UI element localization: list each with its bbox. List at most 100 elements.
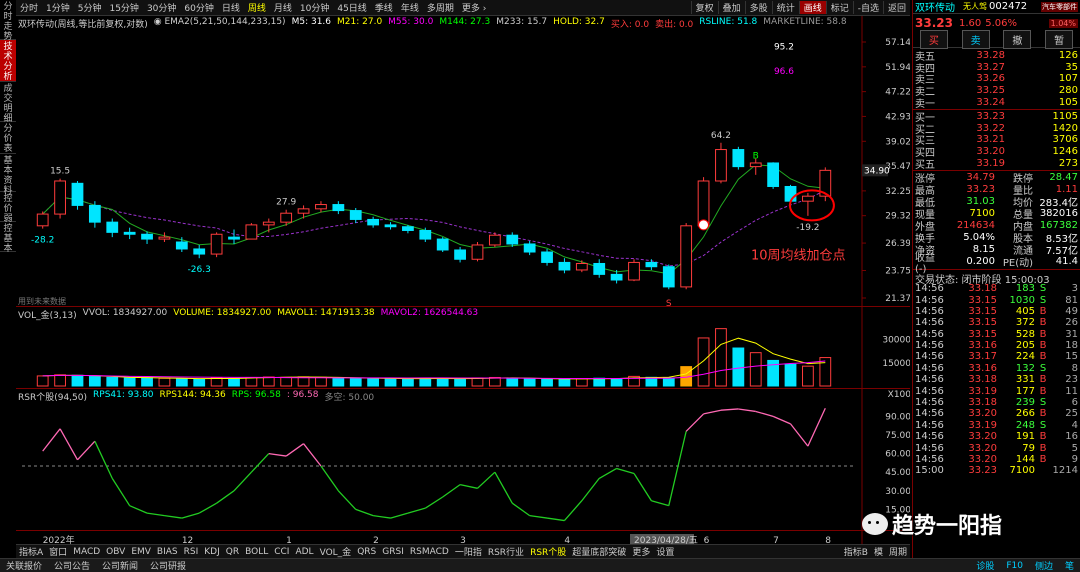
indicator-tab[interactable]: RSI [181,547,202,557]
indicator-tab[interactable]: OBV [103,547,128,557]
rps-segment [250,453,270,473]
volume-bar [784,363,797,387]
side-tab[interactable]: 分价表 [0,122,16,154]
period-tab[interactable]: 45日线 [333,1,370,14]
period-tab[interactable]: 周线 [244,1,270,14]
trade-button[interactable]: 撤 [1003,30,1032,49]
status-link[interactable]: 侧边 [1029,559,1059,572]
indicator-tab[interactable]: 超量底部突破 [569,545,629,558]
toolbar-button[interactable]: -自选 [852,1,883,14]
candle-body [245,224,258,240]
trade-button[interactable]: 卖 [961,30,990,49]
kline-chart[interactable]: 57.1451.9447.2242.9339.0235.4732.2529.32… [16,16,910,544]
period-tab[interactable]: 60分钟 [180,1,217,14]
side-tab[interactable]: 基本资料 [0,154,16,196]
indicator-tab[interactable]: KDJ [201,547,223,557]
trade-button[interactable]: 暂 [1045,30,1074,49]
rps-segment [164,514,182,519]
indicator-tab[interactable]: QR [223,547,242,557]
candle-body [471,244,484,260]
order-row[interactable]: 卖一 33.24 105 [913,96,1080,110]
stock-name: 双环传动 [915,3,955,14]
volume-bar [175,378,188,387]
period-tab[interactable]: 多周期 [423,1,458,14]
candle-body [541,251,553,263]
indicator-tab[interactable]: RSR行业 [485,545,527,558]
toolbar-button[interactable]: 多股 [744,1,772,14]
trade-button[interactable]: 买 [919,30,948,49]
volume-axis-label: 15000 [882,359,910,369]
trough-label: -28.2 [31,236,54,246]
indicator-tab[interactable]: 指标A [16,545,46,558]
tick-list[interactable]: 14:56 33.18 183 S 3 14:56 33.15 1030 S 81 14:56 33.… [913,283,1080,477]
indicator-tab[interactable]: 指标B [841,545,871,558]
period-tab[interactable]: 5分钟 [74,1,106,14]
rps-segment [703,409,722,415]
stock-code: 002472 [989,1,1028,12]
toolbar-button[interactable]: 复权 [690,1,718,14]
side-tab[interactable]: 分时走势 [0,0,16,42]
toolbar-button[interactable]: 统计 [771,1,799,14]
rps-segment [77,440,96,461]
indicator-tab[interactable]: RSMACD [407,547,452,557]
period-tab[interactable]: 分时 [16,1,42,14]
order-row[interactable]: 买五 33.19 273 [913,157,1080,171]
volume-bar [506,377,519,387]
watermark: 趋势一阳指 [862,508,1002,540]
side-tab[interactable]: 成交明细 [0,82,16,124]
indicator-tab[interactable]: EMV [128,547,154,557]
side-tab[interactable]: 控基本 [0,222,16,254]
side-tab[interactable]: 技术分析 [0,40,16,82]
rps-segment [494,471,513,504]
indicator-tab[interactable]: 一阳指 [452,545,485,558]
indicator-tab[interactable]: BIAS [154,547,181,557]
rps-segment [373,514,391,519]
indicator-tab[interactable]: QRS [354,547,379,557]
indicator-tab[interactable]: 模 [871,545,886,558]
period-tab[interactable]: 季线 [371,1,397,14]
period-tab[interactable]: 10分钟 [296,1,333,14]
toolbar-button[interactable]: 标记 [825,1,853,14]
period-tab[interactable]: 日线 [218,1,244,14]
period-tab[interactable]: 年线 [397,1,423,14]
indicator-tab[interactable]: RSR个股 [527,545,569,558]
period-tab[interactable]: 1分钟 [42,1,74,14]
toolbar-button[interactable]: 画线 [798,1,826,14]
candle-body [280,212,293,223]
status-link[interactable]: 公司研报 [144,559,192,572]
volume-bar [523,378,536,387]
period-tab[interactable]: 30分钟 [143,1,180,14]
indicator-tab[interactable]: CCI [271,547,292,557]
indicator-tab[interactable]: 更多 [629,545,653,558]
indicator-tab[interactable]: ADL [292,547,316,557]
indicator-tab[interactable]: GRSI [379,547,407,557]
status-link[interactable]: 公司新闻 [96,559,144,572]
indicator-tab[interactable]: BOLL [242,547,271,557]
status-link[interactable]: F10 [1000,561,1029,571]
peak-label: 64.2 [711,131,731,141]
status-link[interactable]: 公司公告 [48,559,96,572]
indicator-tab[interactable]: MACD [70,547,103,557]
side-tab[interactable]: 控价弱 [0,192,16,224]
rps-segment [285,443,304,457]
indicator-tab[interactable]: VOL_金 [317,545,355,558]
volume-bar [732,347,745,387]
period-tab[interactable]: 更多 › [458,1,490,14]
status-link[interactable]: 关联报价 [0,559,48,572]
period-tab[interactable]: 15分钟 [105,1,142,14]
buy-marker: B [753,152,759,162]
toolbar-button[interactable]: 返回 [882,1,910,14]
candle-body [54,180,66,215]
status-link[interactable]: 笔 [1059,559,1080,572]
period-tab[interactable]: 月线 [270,1,296,14]
volume-bar [471,377,484,387]
indicator-tab[interactable]: 窗口 [46,545,70,558]
price-tag-text: 34.90 [864,166,890,176]
candle-body [402,226,414,231]
toolbar-button[interactable]: 叠加 [717,1,745,14]
volume-bar [541,378,553,387]
quote-panel: 双环传动 无人驾 002472 汽车零部件 33.23 1.60 5.06% 1… [912,0,1080,558]
status-link[interactable]: 诊股 [970,559,1000,572]
indicator-tab[interactable]: 周期 [886,545,910,558]
indicator-tab[interactable]: 设置 [653,545,677,558]
